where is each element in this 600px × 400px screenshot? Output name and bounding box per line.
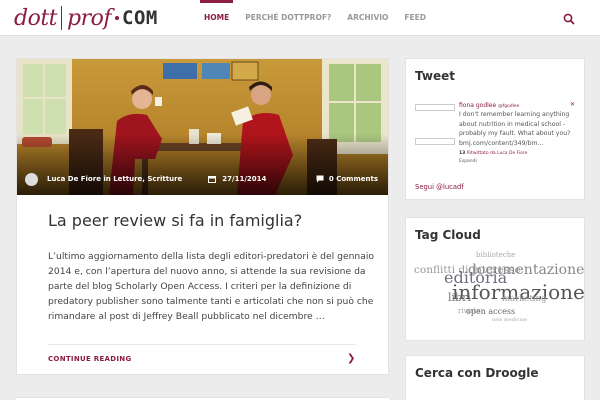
search-icon[interactable] xyxy=(562,11,576,25)
post-featured-image[interactable]: Luca De Fiore in Letture, Scritture 27/1… xyxy=(17,59,388,195)
tag-libri[interactable]: libri xyxy=(448,292,471,303)
droogle-search-widget: Cerca con Droogle xyxy=(405,355,585,400)
tweet-user-handle: @fgodlee xyxy=(498,104,520,109)
main-nav: HOME PERCHÉ DOTTPROF? ARCHIVIO FEED xyxy=(196,0,434,36)
nav-home[interactable]: HOME xyxy=(196,0,237,36)
retweet-label[interactable]: Ritwittato da Luca De Fiore xyxy=(467,151,528,156)
logo-dot xyxy=(115,16,120,20)
post-card: Luca De Fiore in Letture, Scritture 27/1… xyxy=(16,58,389,375)
tweet-retweet-info: 13 Ritwittato da Luca De Fiore xyxy=(459,151,527,156)
site-logo[interactable]: dott prof COM xyxy=(14,2,158,34)
post-date: 27/11/2014 xyxy=(222,175,267,183)
follow-link[interactable]: Segui @lucadf xyxy=(415,183,464,191)
post-author[interactable]: Luca De Fiore in Letture, Scritture xyxy=(47,175,182,183)
tag-cloud-widget: Tag Cloud biblioteche conflitti di inter… xyxy=(405,217,585,341)
tweet-user[interactable]: fiona godlee @fgodlee xyxy=(459,102,519,109)
logo-text-prof: prof xyxy=(67,5,112,31)
logo-text-dott: dott xyxy=(14,5,58,31)
post-comments-count: 0 Comments xyxy=(328,175,378,183)
tweet-expand-link[interactable]: Espandi xyxy=(459,159,477,164)
tag-marketing[interactable]: marketing xyxy=(502,295,546,304)
post-divider xyxy=(48,344,356,345)
calendar-icon xyxy=(208,176,217,183)
comment-icon xyxy=(316,175,324,183)
tweet-widget: Tweet fiona godlee @fgodlee ✕ I don't re… xyxy=(405,58,585,200)
tweet-widget-title: Tweet xyxy=(415,69,455,83)
retweet-count: 13 xyxy=(459,151,466,156)
nav-perche-dottprof[interactable]: PERCHÉ DOTTPROF? xyxy=(237,0,339,36)
droogle-title: Cerca con Droogle xyxy=(415,366,539,380)
continue-reading-link[interactable]: CONTINUE READING xyxy=(48,355,132,363)
tweet-text: I don't remember learning anything about… xyxy=(459,111,571,147)
post-comments-group[interactable]: 0 Comments xyxy=(316,175,378,183)
logo-text-com: COM xyxy=(122,7,158,29)
top-navbar: dott prof COM HOME PERCHÉ DOTTPROF? ARCH… xyxy=(0,0,600,36)
tag-new-medicine[interactable]: new medicine xyxy=(492,318,527,323)
post-meta: Luca De Fiore in Letture, Scritture 27/1… xyxy=(25,172,378,186)
author-avatar[interactable] xyxy=(25,172,38,186)
nav-feed[interactable]: FEED xyxy=(396,0,434,36)
tweet-avatar-placeholder xyxy=(415,104,455,111)
tweet-user-name: fiona godlee xyxy=(459,102,497,109)
nav-archivio[interactable]: ARCHIVIO xyxy=(339,0,396,36)
tag-open-access[interactable]: open access xyxy=(466,308,515,316)
twitter-x-icon[interactable]: ✕ xyxy=(570,101,575,108)
tag-biblioteche[interactable]: biblioteche xyxy=(476,252,515,259)
post-title[interactable]: La peer review si fa in famiglia? xyxy=(48,211,302,230)
post-excerpt: L’ultimo aggiornamento della lista degli… xyxy=(48,251,375,322)
logo-separator xyxy=(61,6,63,30)
post-date-group: 27/11/2014 xyxy=(208,175,266,183)
tag-cloud-title: Tag Cloud xyxy=(415,228,481,242)
tweet-media-placeholder xyxy=(415,138,455,145)
chevron-right-icon[interactable]: ❯ xyxy=(347,353,355,364)
